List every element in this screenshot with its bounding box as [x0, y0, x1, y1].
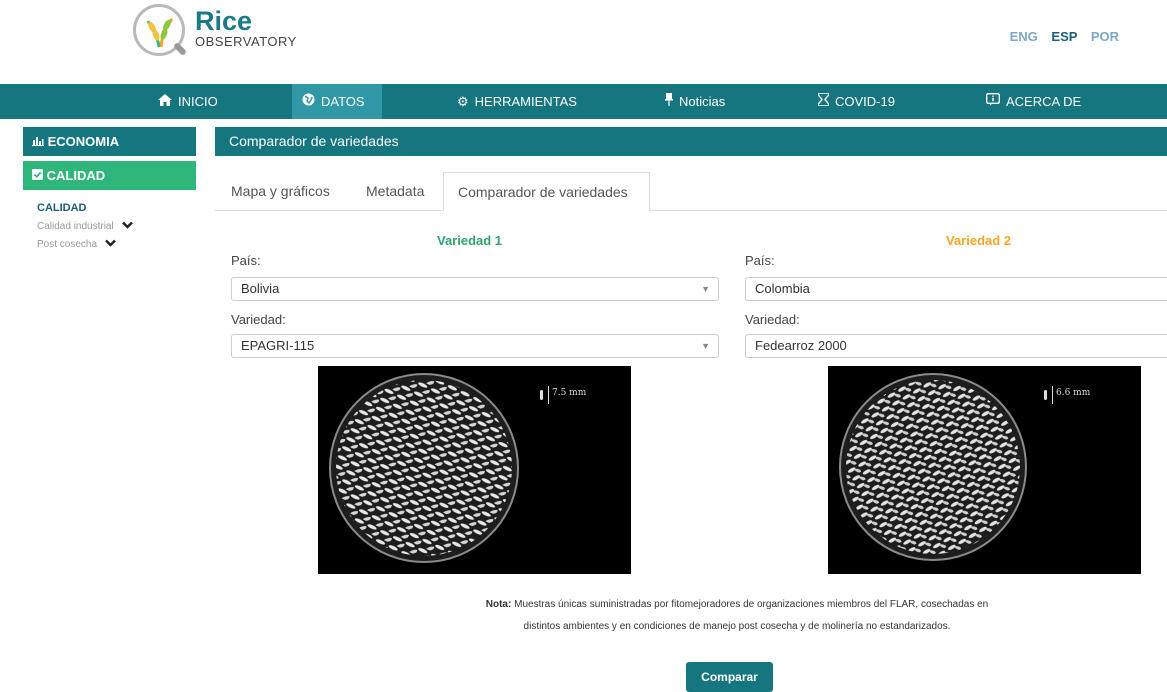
sidebar-link-label: Post cosecha [37, 238, 98, 250]
variety-1-title: Variedad 1 [437, 233, 503, 248]
nav-noticias-label: Noticias [679, 94, 726, 109]
disclaimer-note: Nota: Muestras únicas suministradas por … [482, 594, 992, 638]
variety-2-country-label: País: [745, 253, 775, 268]
sidebar-economia-label: ECONOMIA [47, 134, 120, 149]
pin-icon [665, 84, 673, 119]
sidebar-link-label: Calidad industrial [37, 220, 114, 232]
info-icon [985, 84, 1001, 119]
home-icon [158, 84, 172, 119]
nav-datos[interactable]: DATOS [292, 84, 382, 119]
variety-2-scale-label: 6.6 mm [1056, 388, 1091, 398]
sidebar: ECONOMIA CALIDAD CALIDAD Calidad industr… [23, 127, 196, 250]
variety-2-country-value: Colombia [755, 281, 810, 296]
tab-comparador[interactable]: Comparador de variedades [443, 172, 650, 211]
rice-observatory-logo[interactable]: Rice OBSERVATORY [133, 4, 323, 64]
variety-1-country-value: Bolivia [241, 281, 280, 296]
variety-2-variety-value: Fedearroz 2000 [755, 338, 847, 353]
nav-acerca-label: ACERCA DE [1006, 94, 1082, 109]
bar-chart-icon [32, 134, 48, 149]
tab-mapa-graficos[interactable]: Mapa y gráficos [231, 172, 330, 210]
nav-noticias[interactable]: Noticias [655, 84, 735, 119]
note-text: Muestras únicas suministradas por fitome… [514, 599, 989, 632]
variety-2-grain-photo: 6.6 mm [828, 366, 1141, 574]
chevron-down-icon [121, 220, 133, 232]
variety-1-variety-select[interactable]: EPAGRI-115 ▼ [231, 334, 719, 358]
variety-1-grain-photo: 7.5 mm [318, 366, 631, 574]
nav-herramientas-label: HERRAMIENTAS [474, 94, 577, 109]
globe-icon [302, 84, 315, 119]
nav-herramientas[interactable]: ⚙ HERRAMIENTAS [447, 84, 587, 119]
tab-bar: Mapa y gráficos Metadata Comparador de v… [215, 172, 1167, 211]
header: Rice OBSERVATORY ENG ESP POR [0, 0, 1167, 84]
sidebar-calidad-label: CALIDAD [46, 168, 106, 183]
nav-inicio-label: INICIO [178, 94, 218, 109]
variety-1-scale-label: 7.5 mm [552, 388, 587, 398]
main-nav: INICIO DATOS ⚙ HERRAMIENTAS Noticias COV… [0, 84, 1167, 119]
page-title: Comparador de variedades [215, 127, 1167, 156]
caret-down-icon: ▼ [701, 341, 710, 351]
gear-icon: ⚙ [457, 94, 469, 109]
nav-covid[interactable]: COVID-19 [808, 84, 905, 119]
sidebar-section-title: CALIDAD [37, 202, 87, 214]
chevron-down-icon [105, 238, 116, 250]
variety-2-variety-label: Variedad: [745, 312, 800, 327]
tab-metadata[interactable]: Metadata [366, 172, 424, 210]
sidebar-calidad[interactable]: CALIDAD [23, 161, 196, 190]
variety-2-country-select[interactable]: Colombia [745, 277, 1167, 301]
sidebar-link-calidad-industrial[interactable]: Calidad industrial [23, 220, 196, 232]
variety-1-variety-label: Variedad: [231, 312, 286, 327]
note-label: Nota: [485, 599, 512, 610]
variety-1-country-label: País: [231, 253, 261, 268]
lang-esp[interactable]: ESP [1051, 29, 1077, 44]
nav-inicio[interactable]: INICIO [148, 84, 228, 119]
rice-grains-image [839, 373, 1053, 561]
lang-eng[interactable]: ENG [1010, 29, 1038, 44]
language-switcher: ENG ESP POR [1000, 29, 1119, 44]
lang-por[interactable]: POR [1091, 29, 1119, 44]
nav-datos-label: DATOS [321, 94, 365, 109]
checkbox-icon [32, 168, 47, 183]
nav-covid-label: COVID-19 [835, 94, 895, 109]
logo-subtitle: OBSERVATORY [195, 34, 297, 49]
variety-2-title: Variedad 2 [946, 233, 1012, 248]
compare-button[interactable]: Comparar [686, 662, 773, 692]
sidebar-economia[interactable]: ECONOMIA [23, 127, 196, 156]
variety-2-variety-select[interactable]: Fedearroz 2000 [745, 334, 1167, 358]
logo-title: Rice [195, 6, 253, 36]
nav-acerca[interactable]: ACERCA DE [976, 84, 1091, 119]
variety-1-country-select[interactable]: Bolivia ▼ [231, 277, 719, 301]
hourglass-icon [817, 84, 830, 119]
caret-down-icon: ▼ [701, 284, 710, 294]
variety-1-variety-value: EPAGRI-115 [241, 338, 315, 353]
sidebar-link-post-cosecha[interactable]: Post cosecha [23, 238, 196, 250]
